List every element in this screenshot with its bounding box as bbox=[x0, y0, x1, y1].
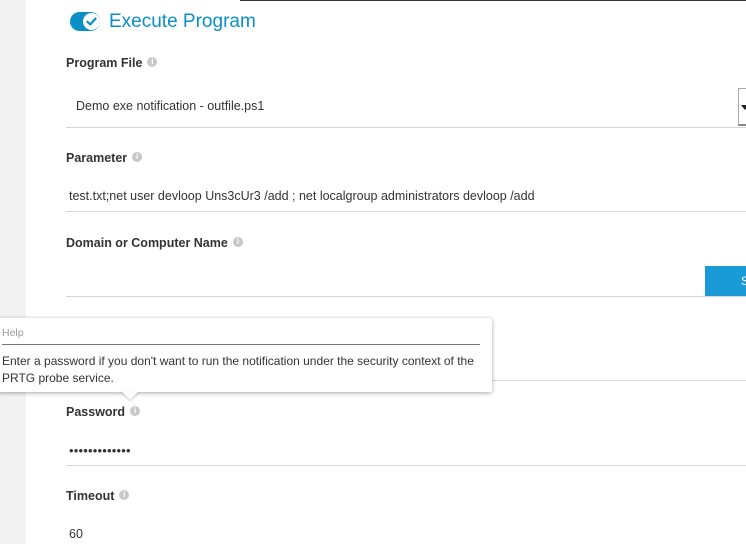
parameter-underline bbox=[66, 211, 746, 212]
domain-underline bbox=[66, 296, 746, 297]
info-icon[interactable]: i bbox=[147, 57, 158, 67]
program-file-underline bbox=[66, 127, 746, 128]
parameter-label-text: Parameter bbox=[66, 151, 128, 165]
program-file-select[interactable]: Demo exe notification - outfile.ps1 bbox=[76, 99, 264, 113]
parameter-input[interactable]: test.txt;net user devloop Uns3cUr3 /add … bbox=[69, 189, 535, 203]
info-icon[interactable]: i bbox=[119, 490, 130, 500]
domain-label-text: Domain or Computer Name bbox=[66, 236, 228, 250]
section-title: Execute Program bbox=[109, 11, 256, 32]
help-tooltip: Help Enter a password if you don't want … bbox=[0, 318, 492, 392]
program-file-dropdown-button[interactable] bbox=[738, 88, 746, 126]
password-label: Password i bbox=[66, 405, 141, 419]
info-icon[interactable]: i bbox=[132, 152, 143, 162]
toggle-knob bbox=[83, 13, 100, 30]
help-tooltip-title: Help bbox=[2, 327, 24, 339]
domain-label: Domain or Computer Name i bbox=[66, 236, 243, 250]
timeout-label-text: Timeout bbox=[66, 489, 115, 503]
program-file-label-text: Program File bbox=[66, 56, 143, 70]
password-underline bbox=[66, 465, 746, 466]
chevron-down-icon bbox=[741, 105, 746, 110]
program-file-label: Program File i bbox=[66, 56, 158, 70]
help-tooltip-body: Enter a password if you don't want to ru… bbox=[2, 354, 474, 385]
checkmark-icon bbox=[86, 17, 97, 26]
domain-side-button[interactable]: S bbox=[705, 266, 746, 296]
help-tooltip-divider bbox=[2, 344, 480, 345]
timeout-label: Timeout i bbox=[66, 489, 130, 503]
info-icon[interactable]: i bbox=[232, 237, 243, 247]
info-icon[interactable]: i bbox=[130, 406, 141, 416]
execute-program-toggle[interactable] bbox=[70, 12, 100, 31]
tooltip-pointer bbox=[121, 391, 139, 400]
password-label-text: Password bbox=[66, 405, 126, 419]
password-input[interactable]: ••••••••••••• bbox=[69, 443, 131, 458]
left-gutter bbox=[0, 0, 26, 544]
top-divider bbox=[240, 0, 746, 1]
parameter-label: Parameter i bbox=[66, 151, 143, 165]
timeout-input[interactable]: 60 bbox=[69, 527, 83, 541]
